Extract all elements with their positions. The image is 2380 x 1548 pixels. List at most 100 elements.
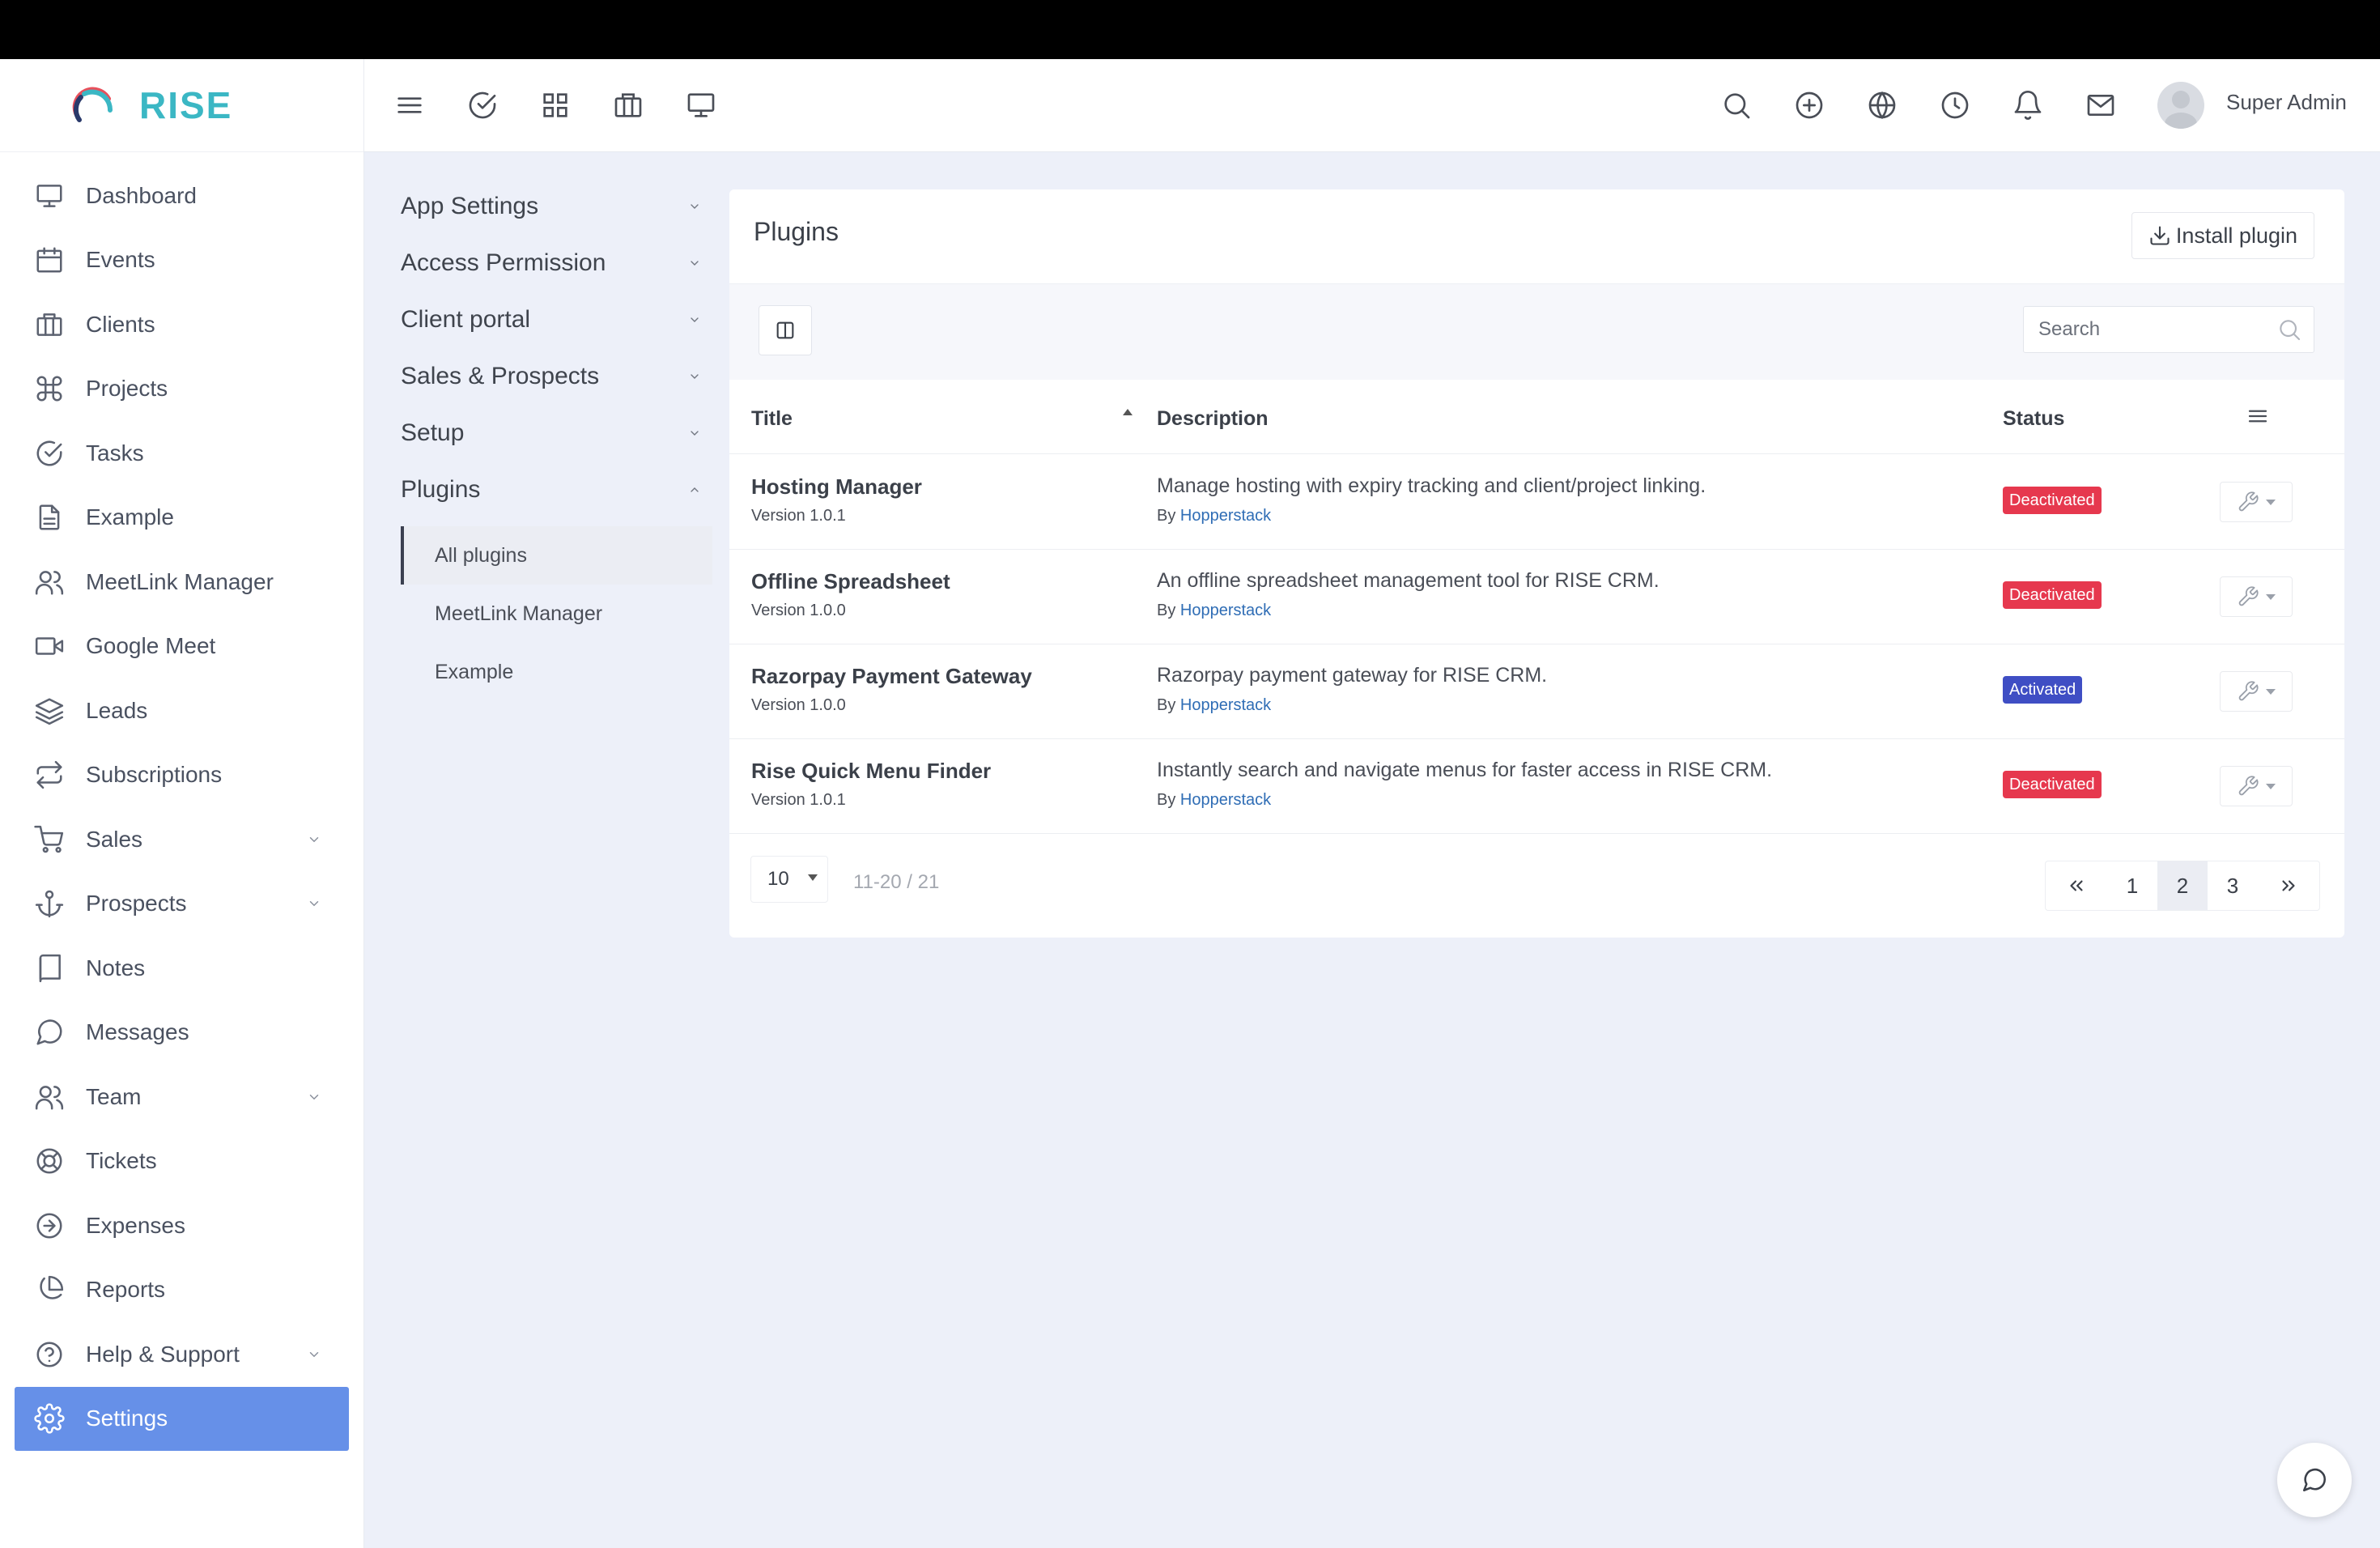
plugin-author-line: By Hopperstack (1157, 602, 1271, 620)
globe-icon[interactable] (1866, 89, 1898, 121)
plus-circle-icon[interactable] (1793, 89, 1825, 121)
sidebar-item-events[interactable]: Events (0, 228, 363, 293)
table-row: Rise Quick Menu Finder Version 1.0.1 Insta… (729, 739, 2344, 834)
repeat-icon (36, 761, 62, 789)
plugin-description: Razorpay payment gateway for RISE CRM. (1157, 664, 1548, 687)
plugin-actions-button[interactable] (2220, 766, 2293, 806)
sidebar-item-clients[interactable]: Clients (0, 292, 363, 357)
plugin-actions-button[interactable] (2220, 576, 2293, 617)
plugin-title: Rise Quick Menu Finder (751, 759, 992, 783)
author-link[interactable]: Hopperstack (1180, 791, 1271, 809)
status-badge: Activated (2003, 676, 2083, 704)
plugin-actions-button[interactable] (2220, 482, 2293, 522)
dropdown-caret-icon (808, 874, 818, 881)
pie-chart-icon (40, 1276, 64, 1300)
plugins-subitem-label: All plugins (435, 543, 527, 567)
cart-icon (34, 825, 64, 853)
sidebar-item-label: Reports (86, 1277, 166, 1303)
sidebar-item-help-and-support[interactable]: Help & Support (0, 1322, 363, 1387)
settings-section-access-permission[interactable]: Access Permission (389, 235, 712, 291)
sidebar-item-projects[interactable]: Projects (0, 357, 363, 422)
sidebar-item-example[interactable]: Example (0, 486, 363, 551)
chevron-down-icon (691, 261, 699, 266)
sidebar-item-settings[interactable]: Settings (15, 1386, 349, 1451)
column-status-header[interactable]: Status (2003, 407, 2064, 431)
column-description-header[interactable]: Description (1157, 407, 1269, 431)
mail-icon[interactable] (2085, 89, 2117, 121)
settings-section-app-settings[interactable]: App Settings (389, 178, 712, 235)
page-2-button[interactable]: 2 (2157, 861, 2208, 910)
settings-section-setup[interactable]: Setup (389, 405, 712, 461)
sidebar-item-meetlink-manager[interactable]: MeetLink Manager (0, 550, 363, 615)
author-link[interactable]: Hopperstack (1180, 507, 1271, 525)
sidebar-item-tasks[interactable]: Tasks (0, 421, 363, 486)
plugins-subitem-meetlink-manager[interactable]: MeetLink Manager (401, 585, 712, 643)
plugin-description: An offline spreadsheet management tool f… (1157, 569, 1660, 592)
author-link[interactable]: Hopperstack (1180, 602, 1271, 619)
plugins-subitem-example[interactable]: Example (401, 643, 712, 701)
first-page-button[interactable] (2046, 861, 2107, 910)
sidebar-item-tickets[interactable]: Tickets (0, 1129, 363, 1194)
sidebar-item-label: Sales (86, 826, 143, 852)
arrow-circle-icon (36, 1213, 62, 1239)
sort-asc-icon[interactable] (1123, 409, 1133, 415)
chevron-down-icon (309, 1094, 319, 1100)
settings-section-client-portal[interactable]: Client portal (389, 291, 712, 348)
search-input[interactable] (2038, 318, 2257, 341)
author-link[interactable]: Hopperstack (1180, 696, 1271, 714)
plugins-subitem-label: MeetLink Manager (435, 602, 603, 625)
chevron-up-icon (691, 487, 699, 492)
column-toggle-button[interactable] (759, 305, 812, 355)
sidebar-item-google-meet[interactable]: Google Meet (0, 615, 363, 679)
brand-name: RISE (139, 84, 233, 126)
sidebar-item-expenses[interactable]: Expenses (0, 1193, 363, 1258)
grid-icon[interactable] (539, 89, 572, 121)
menu-icon[interactable] (393, 89, 426, 121)
chevron-down-icon (309, 836, 319, 843)
page-3-button[interactable]: 3 (2208, 861, 2258, 910)
install-plugin-button[interactable]: Install plugin (2131, 212, 2314, 259)
plugins-subitem-all-plugins[interactable]: All plugins (401, 526, 712, 585)
top-black-band (0, 0, 2380, 59)
users-icon (35, 1085, 64, 1110)
rise-logo-icon (72, 87, 113, 122)
command-icon (36, 376, 62, 402)
sidebar-item-team[interactable]: Team (0, 1065, 363, 1129)
plugin-title: Hosting Manager (751, 474, 922, 499)
anchor-icon (35, 890, 64, 918)
sidebar-item-reports[interactable]: Reports (0, 1258, 363, 1323)
chevrons-left-icon (2070, 880, 2083, 891)
chevrons-right-icon (2282, 880, 2295, 891)
avatar[interactable] (2157, 82, 2204, 129)
last-page-button[interactable] (2258, 861, 2319, 910)
menu-icon[interactable] (2246, 404, 2270, 428)
search-icon[interactable] (1720, 89, 1753, 121)
sidebar-item-subscriptions[interactable]: Subscriptions (0, 743, 363, 808)
clock-icon[interactable] (1939, 89, 1971, 121)
top-header: Super Admin (364, 59, 2380, 152)
monitor-icon[interactable] (685, 89, 717, 121)
user-name[interactable]: Super Admin (2226, 90, 2347, 115)
settings-section-sales-and-prospects[interactable]: Sales & Prospects (389, 348, 712, 405)
sidebar-item-dashboard[interactable]: Dashboard (0, 164, 363, 228)
check-circle-icon[interactable] (466, 89, 499, 121)
sidebar-item-leads[interactable]: Leads (0, 678, 363, 743)
install-plugin-label: Install plugin (2175, 223, 2297, 248)
by-label: By (1157, 791, 1176, 809)
sidebar-item-prospects[interactable]: Prospects (0, 872, 363, 937)
sidebar-item-messages[interactable]: Messages (0, 1001, 363, 1065)
sidebar-item-sales[interactable]: Sales (0, 807, 363, 872)
table-header: Title Description Status (729, 380, 2344, 454)
column-title-header[interactable]: Title (751, 407, 793, 431)
briefcase-icon[interactable] (612, 89, 644, 121)
settings-section-plugins[interactable]: Plugins (389, 461, 712, 518)
plugin-actions-button[interactable] (2220, 671, 2293, 712)
bell-icon[interactable] (2012, 89, 2044, 121)
search-icon[interactable] (2276, 317, 2302, 342)
logo[interactable]: RISE (0, 59, 363, 152)
sidebar-item-notes[interactable]: Notes (0, 936, 363, 1001)
page-1-button[interactable]: 1 (2107, 861, 2157, 910)
page-size-select[interactable]: 10 (750, 856, 828, 903)
chat-button[interactable] (2277, 1443, 2352, 1517)
